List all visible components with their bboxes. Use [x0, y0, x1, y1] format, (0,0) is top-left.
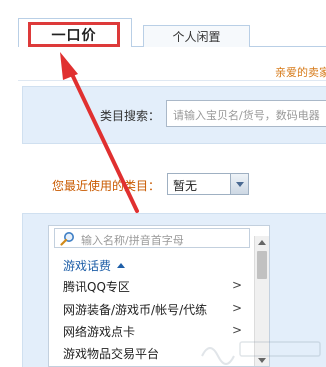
category-search-label: 类目搜索： — [100, 109, 161, 123]
list-item[interactable]: 腾讯QQ专区 — [63, 278, 130, 295]
tab-fixed-price-label: 一口价 — [51, 27, 97, 44]
tab-fixed-price[interactable]: 一口价 — [18, 18, 132, 47]
list-item-label: 网游装备/游戏币/帐号/代练 — [63, 303, 208, 317]
recent-category-label: 您最近使用的类目： — [52, 179, 161, 193]
scroll-up-icon[interactable] — [258, 240, 266, 245]
list-item[interactable]: 游戏物品交易平台 — [63, 345, 159, 362]
watermark-logo — [201, 341, 321, 365]
list-item-label: 游戏物品交易平台 — [63, 347, 160, 361]
collapse-arrow-icon — [117, 263, 126, 268]
list-item[interactable]: 网络游戏点卡 — [63, 323, 135, 340]
category-filter-placeholder: 输入名称/拼音首字母 — [81, 234, 184, 247]
chevron-right-icon: > — [232, 301, 243, 315]
dropdown-arrow-icon[interactable] — [230, 174, 248, 194]
divider — [18, 80, 326, 81]
chevron-right-icon: > — [232, 278, 243, 292]
list-item-label: 网络游戏点卡 — [63, 325, 136, 339]
list-item[interactable]: 网游装备/游戏币/帐号/代练 — [63, 301, 207, 318]
tab-bar: 一口价 个人闲置 — [0, 0, 326, 50]
recent-category-value: 暂无 — [173, 179, 198, 193]
recent-category-select[interactable]: 暂无 — [167, 173, 249, 195]
list-item-label: 腾讯QQ专区 — [63, 280, 130, 294]
scroll-thumb[interactable] — [257, 251, 267, 279]
category-filter-input[interactable]: 输入名称/拼音首字母 — [54, 228, 250, 248]
tab-personal-idle-label: 个人闲置 — [172, 30, 221, 44]
tab-personal-idle[interactable]: 个人闲置 — [143, 25, 250, 47]
seller-notice: 亲爱的卖家 — [275, 66, 326, 79]
category-search-input[interactable]: 请输入宝贝名/货号，数码电器 — [166, 100, 326, 127]
category-group-games[interactable]: 游戏话费 — [63, 257, 126, 274]
search-icon — [60, 232, 74, 246]
tab-highlight-box: 一口价 — [28, 22, 120, 47]
category-group-label: 游戏话费 — [63, 259, 112, 273]
